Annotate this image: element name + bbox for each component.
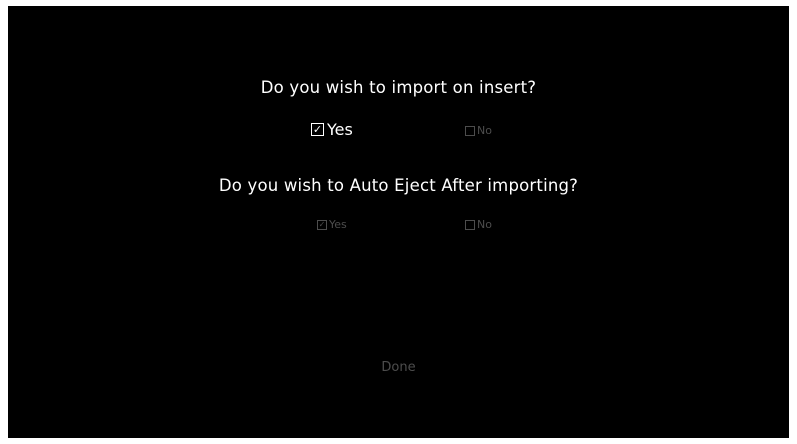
- import-no-label: No: [477, 124, 492, 137]
- checkbox-unchecked-icon: [465, 219, 475, 230]
- eject-yes-checkbox[interactable]: ✓ Yes: [317, 218, 347, 231]
- eject-no-checkbox[interactable]: No: [465, 218, 492, 231]
- check-mark-icon: ✓: [318, 219, 326, 229]
- checkbox-checked-icon: ✓: [317, 219, 327, 230]
- done-button[interactable]: Done: [8, 360, 789, 375]
- import-on-insert-question: Do you wish to import on insert?: [260, 78, 537, 97]
- checkbox-unchecked-icon: [465, 125, 475, 136]
- import-yes-label: Yes: [327, 120, 353, 139]
- auto-eject-question: Do you wish to Auto Eject After importin…: [218, 176, 579, 195]
- eject-no-label: No: [477, 218, 492, 231]
- import-settings-screen: Do you wish to import on insert? ✓ Yes N…: [8, 6, 789, 438]
- check-mark-icon: ✓: [312, 123, 323, 136]
- checkbox-checked-icon: ✓: [311, 123, 324, 136]
- import-no-checkbox[interactable]: No: [465, 124, 492, 137]
- import-yes-checkbox[interactable]: ✓ Yes: [311, 120, 353, 139]
- eject-yes-label: Yes: [329, 218, 347, 231]
